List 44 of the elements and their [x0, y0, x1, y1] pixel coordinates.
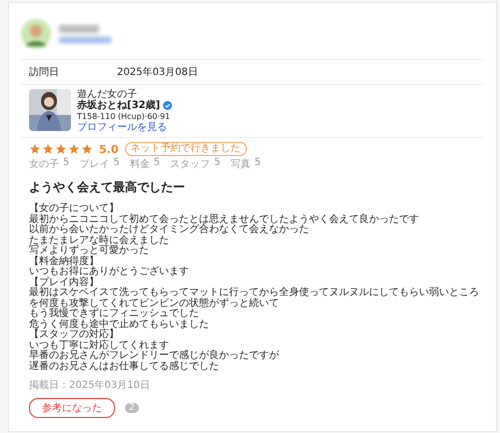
booking-tag: ネット予約で行きました: [124, 142, 246, 156]
star-icon: [42, 143, 54, 155]
review-line: もう我慢できずにフィニッシュでした: [29, 309, 200, 319]
review-line: 以前から会いたかったけどタイミング合わなくて会えなかった: [29, 225, 310, 235]
sub-score-value: 5: [63, 157, 70, 170]
review-line: 最初はスケベイスて洗ってもらってマットに行ってから全身使ってヌルヌルにしてもらい弱いところを何度も攻撃してくれてビンビンの状態がずっと続いて: [29, 288, 480, 308]
sub-score-label: 女の子: [29, 158, 59, 171]
girl-caption: 遊んだ女の子: [77, 89, 138, 100]
sub-score-value: 5: [154, 157, 160, 170]
sub-score-label: 写真: [230, 158, 250, 171]
review-line: 【スタッフの対応】: [29, 330, 120, 340]
star-icon: [68, 143, 80, 155]
sub-score-value: 5: [214, 157, 220, 170]
sub-score-label: プレイ: [79, 158, 110, 171]
star-icon: [81, 143, 93, 155]
review-line: 最初からニコニコして初めて会ったとは思えませんでしたようやく会えて良かったです: [29, 214, 420, 224]
review-line: 早番のお兄さんがフレンドリーで感じが良かったですが: [29, 351, 280, 361]
sub-score-value: 5: [254, 157, 261, 170]
blurred-username: [59, 25, 111, 43]
review-line: 【女の子について】: [29, 204, 120, 214]
review-line: 写メよりずっと可愛かった: [29, 246, 150, 256]
review-line: たまたまレアな時に会えました: [29, 236, 170, 246]
sub-score-value: 5: [113, 157, 120, 170]
review-line: 遅番のお兄さんはお仕事してる感じでした: [29, 362, 220, 372]
review-line: いつも丁寧に対応してくれます: [29, 340, 170, 350]
sub-score-label: 料金: [130, 158, 150, 171]
review-title: ようやく会えて最高でしたー: [29, 179, 186, 196]
girl-stats: T158-110 (Hcup)·60·91: [77, 111, 172, 122]
review-line: 危うく何度も途中で止めてもらいました: [29, 320, 210, 330]
avatar-icon: [21, 19, 51, 49]
profile-link[interactable]: プロフィールを見る: [77, 122, 172, 133]
helpful-count: 2: [125, 403, 139, 413]
sub-score-label: スタッフ: [170, 158, 210, 171]
review-line: 【料金納得度】: [29, 256, 100, 266]
visit-date-label: 訪問日: [28, 66, 60, 79]
review-line: 【プレイ内容】: [29, 278, 100, 288]
helpful-button[interactable]: 参考になった: [29, 398, 115, 418]
rating-score: 5.0: [99, 142, 118, 156]
review-line: いつもお得にありがとうございます: [29, 267, 190, 277]
visit-date: 2025年03月08日: [117, 66, 198, 79]
posted-date: 掲載日：2025年03月10日: [28, 378, 151, 392]
star-icon: [29, 143, 41, 155]
girl-name: 赤坂おとね[32歳]: [77, 100, 160, 111]
star-icon: [55, 143, 67, 155]
